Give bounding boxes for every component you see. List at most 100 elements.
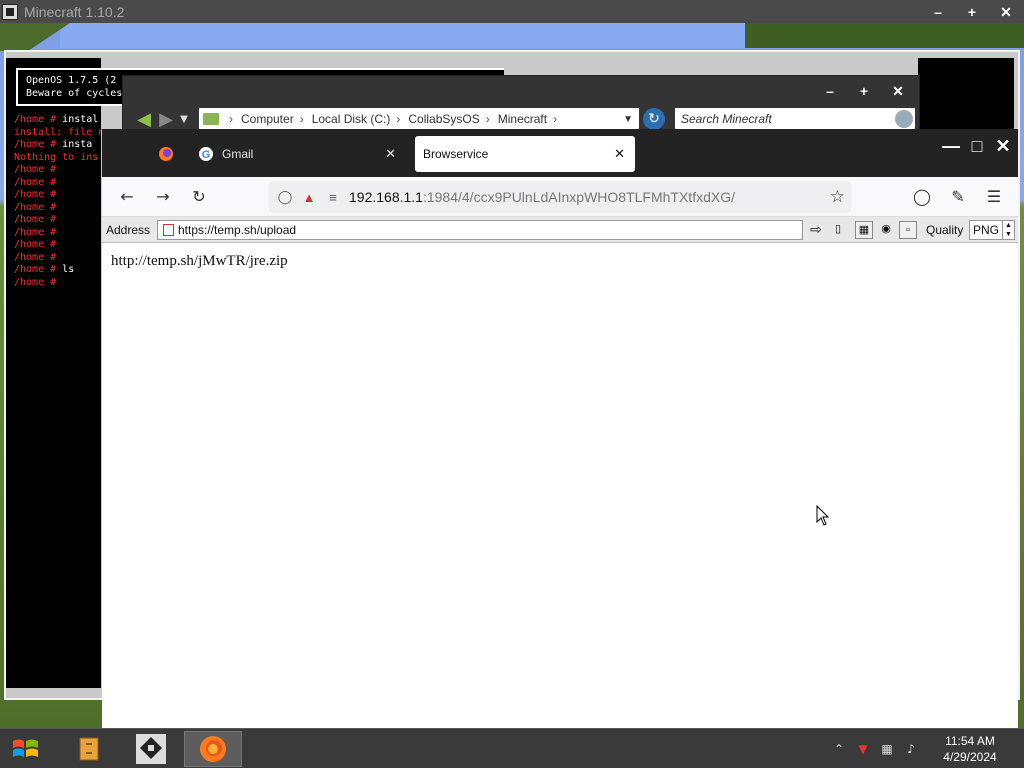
network-icon[interactable]: ▦: [878, 740, 896, 758]
terminal-prompt: /home #: [14, 176, 57, 188]
url-host: 192.168.1.1: [349, 189, 423, 205]
folder-icon: [203, 113, 219, 125]
terminal-line: /home # ls: [14, 264, 74, 276]
terminal-command: instal: [62, 114, 99, 125]
maximize-button[interactable]: +: [957, 2, 987, 22]
close-tab-icon[interactable]: ✕: [614, 146, 625, 162]
quality-value: PNG: [973, 223, 1000, 237]
terminal-line: install: file n: [14, 127, 104, 139]
lock-icon: [163, 224, 174, 236]
firefox-icon: [200, 736, 226, 762]
terminal-prompt: /home #: [14, 214, 57, 225]
recent-dropdown-icon[interactable]: ▼: [177, 109, 191, 129]
terminal-prompt: Nothing to ins: [14, 151, 99, 163]
clock-time: 11:54 AM: [945, 734, 995, 748]
address-label: Address: [106, 222, 151, 237]
volume-muted-icon[interactable]: ♪: [902, 740, 920, 758]
browservice-toolbar: Address https://temp.sh/upload ⇨ ▯ ▦ ◉ ▫…: [102, 217, 1018, 243]
address-value: https://temp.sh/upload: [178, 223, 297, 237]
svg-text:G: G: [202, 149, 211, 161]
breadcrumb[interactable]: › Computer › Local Disk (C:) › CollabSys…: [199, 108, 639, 130]
reload-icon[interactable]: ↻: [187, 185, 211, 209]
bookmark-icon[interactable]: ▯: [829, 221, 847, 239]
find-binoculars-icon[interactable]: ◉: [877, 221, 895, 239]
clock[interactable]: 11:54 AM 4/29/2024: [934, 733, 1006, 765]
sky: [60, 23, 750, 48]
forward-icon[interactable]: →: [151, 185, 175, 209]
terminal-prompt: /home #: [14, 164, 57, 175]
terminal-line: /home #: [14, 277, 56, 289]
save-page-icon[interactable]: ▦: [855, 221, 873, 239]
terminal-prompt: /home #: [14, 276, 57, 288]
insecure-lock-icon[interactable]: ▲: [297, 190, 321, 205]
address-dropdown-icon[interactable]: ▼: [623, 114, 633, 125]
firefox-view-tab[interactable]: [146, 136, 186, 172]
breadcrumb-computer[interactable]: Computer: [241, 112, 294, 126]
terminal-line: Nothing to ins: [14, 152, 98, 164]
show-hidden-icons-icon[interactable]: ⌃: [830, 740, 848, 758]
taskbar-file-manager[interactable]: [60, 731, 118, 767]
go-arrow-icon[interactable]: ⇨: [807, 221, 825, 239]
explorer-minimize-button[interactable]: –: [815, 80, 845, 102]
tab-label: Browservice: [423, 147, 489, 161]
url-bar[interactable]: ◯ ▲ ≡ 192.168.1.1 :1984/4/ccx9PUlnLdAInx…: [269, 181, 851, 213]
clipboard-icon[interactable]: ▫: [899, 221, 917, 239]
minecraft-icon: [136, 734, 166, 764]
terminal-line: /home #: [14, 214, 56, 226]
terminal-prompt: /home #: [14, 201, 57, 213]
file-explorer-window: – + ✕ ◀ ▶ ▼ › Computer › Local Disk (C:)…: [122, 75, 920, 135]
back-icon[interactable]: ←: [115, 185, 139, 209]
terminal-prompt: /home #: [14, 239, 57, 250]
url-path: :1984/4/ccx9PUlnLdAInxpWHO8TLFMhTXtfxdXG…: [422, 189, 735, 205]
taskbar-firefox[interactable]: [184, 731, 242, 767]
address-input[interactable]: https://temp.sh/upload: [157, 220, 803, 240]
breadcrumb-minecraft[interactable]: Minecraft: [498, 112, 547, 126]
terminal-line: /home #: [14, 227, 56, 239]
terminal-line: /home # instal: [14, 114, 98, 126]
shield-icon[interactable]: ◯: [273, 189, 297, 205]
explorer-maximize-button[interactable]: +: [849, 80, 879, 102]
system-tray: ⌃ ▼ ▦ ♪ 11:54 AM 4/29/2024: [830, 729, 1024, 768]
close-button[interactable]: ✕: [991, 2, 1021, 22]
quality-select[interactable]: PNG ▲ ▼: [969, 220, 1015, 240]
quality-spinner-icon[interactable]: ▲ ▼: [1002, 221, 1014, 239]
back-arrow-icon[interactable]: ◀: [133, 109, 155, 130]
page-text: http://temp.sh/jMwTR/jre.zip: [111, 253, 288, 269]
close-tab-icon[interactable]: ✕: [385, 146, 396, 162]
terminal-line: /home #: [14, 239, 56, 251]
breadcrumb-separator: ›: [299, 112, 304, 126]
tab-browservice[interactable]: Browservice ✕: [415, 136, 635, 172]
terminal-prompt: /home #: [14, 139, 63, 150]
minimize-button[interactable]: –: [923, 2, 953, 22]
refresh-icon[interactable]: ↻: [643, 108, 665, 130]
tab-bar: G Gmail ✕ Browservice ✕ — □ ✕: [102, 129, 1018, 177]
page-content: http://temp.sh/jMwTR/jre.zip: [102, 243, 1018, 728]
permissions-icon[interactable]: ≡: [321, 190, 345, 205]
firefox-maximize-button[interactable]: □: [965, 135, 989, 157]
tab-gmail[interactable]: G Gmail ✕: [186, 136, 406, 172]
firefox-close-button[interactable]: ✕: [991, 135, 1015, 157]
breadcrumb-collabsysos[interactable]: CollabSysOS: [408, 112, 479, 126]
navigation-toolbar: ← → ↻ ◯ ▲ ≡ 192.168.1.1 :1984/4/ccx9PUln…: [102, 177, 1018, 217]
explorer-close-button[interactable]: ✕: [883, 80, 913, 102]
terminal-line: /home #: [14, 189, 56, 201]
extensions-icon[interactable]: ✎: [946, 185, 970, 209]
firefox-minimize-button[interactable]: —: [939, 135, 963, 157]
breadcrumb-local-disk[interactable]: Local Disk (C:): [312, 112, 391, 126]
explorer-search-input[interactable]: Search Minecraft: [675, 108, 915, 130]
forward-arrow-icon[interactable]: ▶: [155, 109, 177, 130]
start-button[interactable]: [8, 733, 42, 765]
clock-date: 4/29/2024: [943, 750, 997, 764]
terminal-prompt: /home #: [14, 114, 63, 125]
terminal-prompt: /home #: [14, 264, 63, 275]
breadcrumb-separator: ›: [553, 112, 558, 126]
pocket-icon[interactable]: ◯: [910, 185, 934, 209]
menu-icon[interactable]: ☰: [982, 185, 1006, 209]
search-icon[interactable]: [895, 110, 913, 128]
security-shield-icon[interactable]: ▼: [854, 740, 872, 758]
terminal-prompt: install: file n: [14, 126, 105, 138]
bookmark-star-icon[interactable]: ☆: [830, 187, 845, 207]
breadcrumb-separator: ›: [396, 112, 401, 126]
taskbar-minecraft[interactable]: [122, 731, 180, 767]
firefox-icon: [159, 147, 173, 161]
